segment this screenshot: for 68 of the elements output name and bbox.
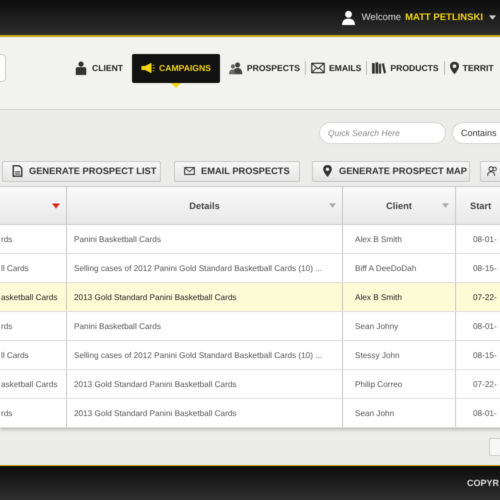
table-cell: 2013 Gold Standard Panini Basketball Cards: [74, 408, 236, 418]
table-cell: rds: [1, 322, 12, 330]
copyright-text: COPYR: [466, 478, 499, 488]
table-cell: Panini Basketball Cards: [74, 322, 161, 330]
table-cell: 08-01-: [473, 408, 497, 418]
user-icon: [340, 10, 356, 25]
toolbar-button[interactable]: GENERATE PROSPECT MAP: [312, 160, 470, 182]
table-row[interactable]: asketball Cards 2013 Gold Standard Panini Basketball Cards Philip Correo 07-22-: [0, 370, 500, 399]
table-cell: Selling cases of 2012 Panini Gold Standard Basketball Cards (10) ...: [74, 350, 322, 360]
user-name[interactable]: MATT PETLINSKI: [405, 12, 483, 23]
nav-tab[interactable]: PROSPECTS: [224, 54, 305, 82]
table-cell: ll Cards: [1, 264, 29, 272]
table-cell: Stessy John: [355, 350, 400, 360]
search-field[interactable]: Quick Search Here: [319, 122, 446, 144]
table-cell: Selling cases of 2012 Panini Gold Standard Basketball Cards (10) ...: [74, 264, 322, 272]
match-dropdown[interactable]: Contains: [452, 122, 500, 144]
table-row[interactable]: rds 2013 Gold Standard Panini Basketball Cards Sean John 08-01-: [0, 399, 500, 428]
map-pin-icon: [450, 61, 459, 75]
table-cell: Alex B Smith: [355, 292, 402, 302]
table-cell: 07-22-: [473, 380, 497, 388]
column-header[interactable]: Start: [456, 187, 500, 224]
nav-tab[interactable]: CLIENT: [69, 54, 128, 82]
table-cell: Biff A DeeDoDah: [355, 264, 416, 272]
sort-arrow-icon[interactable]: [329, 203, 336, 208]
welcome-text: Welcome: [362, 12, 402, 23]
tab-pointer: [170, 82, 181, 88]
table-row[interactable]: rds Panini Basketball Cards Sean Johny 08-01-: [0, 312, 500, 341]
table-cell: Sean John: [355, 408, 394, 418]
table-cell: Sean Johny: [355, 322, 398, 330]
table-cell: asketball Cards: [1, 380, 58, 388]
table-cell: 08-01-: [473, 234, 497, 244]
nav-tab[interactable]: TERRIT: [444, 54, 499, 82]
table-cell: 08-15-: [473, 350, 497, 360]
column-header[interactable]: Client: [343, 187, 456, 224]
table-cell: Panini Basketball Cards: [74, 234, 161, 244]
envelope-icon: [310, 61, 325, 75]
column-header[interactable]: Details: [67, 187, 343, 224]
document-icon: [12, 165, 23, 177]
search-field[interactable]: [0, 54, 6, 82]
envelope-icon: [184, 165, 195, 177]
pager-button[interactable]: [489, 438, 500, 456]
books-icon: [372, 61, 386, 75]
table-cell: ll Cards: [1, 350, 29, 360]
sort-arrow-icon[interactable]: [442, 203, 449, 208]
table-cell: 08-01-: [473, 322, 497, 330]
sort-arrow-icon[interactable]: [52, 202, 60, 208]
table-cell: rds: [1, 408, 12, 418]
table-cell: 08-15-: [473, 264, 497, 272]
table-cell: 07-22-: [473, 292, 497, 302]
table-cell: 2013 Gold Standard Panini Basketball Cards: [74, 380, 236, 388]
caret-icon[interactable]: [489, 15, 496, 20]
megaphone-icon: [141, 61, 156, 75]
table-row[interactable]: asketball Cards 2013 Gold Standard Panini Basketball Cards Alex B Smith 07-22-: [0, 283, 500, 312]
table-row[interactable]: rds Panini Basketball Cards Alex B Smith 08-01-: [0, 225, 500, 254]
nav-tab[interactable]: EMAILS: [306, 54, 366, 82]
toolbar-button[interactable]: GENERATE PROSPECT LIST: [2, 160, 161, 182]
table-cell: Philip Correo: [355, 380, 402, 388]
table-cell: rds: [1, 234, 12, 244]
person-icon: [74, 61, 88, 75]
map-pin-icon: [322, 165, 333, 177]
people-icon: [487, 165, 498, 177]
table-row[interactable]: ll Cards Selling cases of 2012 Panini Gold Standard Basketball Cards (10) ... Stessy John 08-15-: [0, 341, 500, 370]
nav-tab[interactable]: PRODUCTS: [367, 54, 444, 82]
table-cell: Alex B Smith: [355, 234, 402, 244]
people-icon: [228, 61, 243, 75]
table-cell: 2013 Gold Standard Panini Basketball Cards: [74, 292, 236, 302]
table-cell: asketball Cards: [1, 292, 58, 302]
toolbar-button[interactable]: EMAIL PROSPECTS: [174, 160, 300, 182]
